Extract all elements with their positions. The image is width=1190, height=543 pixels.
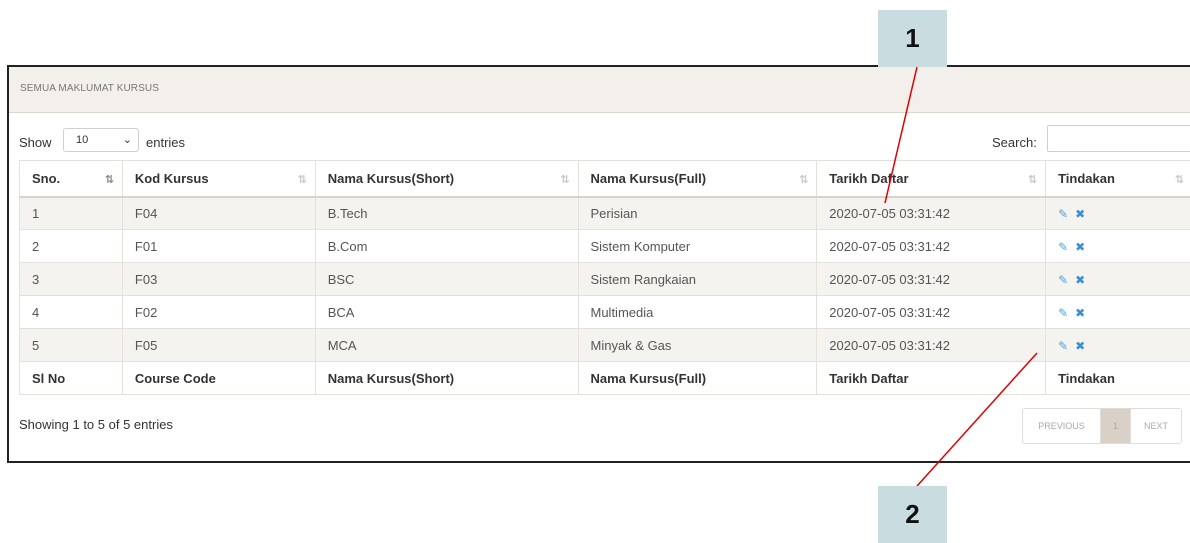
cell-short: BSC: [314, 262, 579, 296]
cell-full: Sistem Rangkaian: [577, 262, 818, 296]
column-header-nama-full[interactable]: Nama Kursus(Full) ⇅: [577, 160, 818, 198]
cell-full: Minyak & Gas: [577, 328, 818, 362]
cell-actions: ✎ ✖: [1045, 262, 1190, 296]
sort-icon: ⇅: [297, 174, 307, 186]
callout-1: 1: [878, 10, 947, 67]
pagination: PREVIOUS 1 NEXT: [1022, 408, 1182, 444]
cell-actions: ✎ ✖: [1045, 229, 1190, 263]
panel-header: SEMUA MAKLUMAT KURSUS: [9, 67, 1190, 113]
close-icon[interactable]: ✖: [1075, 207, 1085, 221]
close-icon[interactable]: ✖: [1075, 306, 1085, 320]
cell-full: Multimedia: [577, 295, 818, 329]
cell-sno: 2: [19, 229, 123, 263]
cell-tarikh: 2020-07-05 03:31:42: [816, 262, 1047, 296]
next-page-button[interactable]: NEXT: [1131, 409, 1181, 443]
column-header-nama-short[interactable]: Nama Kursus(Short) ⇅: [314, 160, 579, 198]
callout-2: 2: [878, 486, 947, 543]
courses-table: Sno. ⇅ Kod Kursus ⇅ Nama Kursus(Short) ⇅ Na…: [19, 160, 1190, 395]
footer-row: Sl No Course Code Nama Kursus(Short) Nam…: [19, 361, 1190, 395]
close-icon[interactable]: ✖: [1075, 339, 1085, 353]
close-icon[interactable]: ✖: [1075, 273, 1085, 287]
cell-sno: 1: [19, 196, 123, 230]
cell-full: Perisian: [577, 196, 818, 230]
cell-short: BCA: [314, 295, 579, 329]
table-row: 4 F02 BCA Multimedia 2020-07-05 03:31:42…: [19, 295, 1190, 329]
edit-icon[interactable]: ✎: [1058, 306, 1068, 320]
edit-icon[interactable]: ✎: [1058, 207, 1068, 221]
cell-tarikh: 2020-07-05 03:31:42: [816, 229, 1047, 263]
cell-actions: ✎ ✖: [1045, 328, 1190, 362]
entries-length-select[interactable]: 10 ⌄: [63, 128, 139, 152]
cell-kod: F01: [121, 229, 316, 263]
column-header-kod-kursus[interactable]: Kod Kursus ⇅: [121, 160, 316, 198]
sort-icon: ⇅: [560, 174, 569, 186]
table-info-text: Showing 1 to 5 of 5 entries: [19, 417, 173, 432]
table-row: 2 F01 B.Com Sistem Komputer 2020-07-05 0…: [19, 229, 1190, 263]
cell-short: MCA: [314, 328, 579, 362]
courses-panel: SEMUA MAKLUMAT KURSUS Show 10 ⌄ entries …: [7, 65, 1190, 463]
sort-icon: ⇅: [1174, 174, 1184, 186]
close-icon[interactable]: ✖: [1075, 240, 1085, 254]
edit-icon[interactable]: ✎: [1058, 339, 1068, 353]
edit-icon[interactable]: ✎: [1058, 240, 1068, 254]
cell-sno: 5: [19, 328, 123, 362]
column-footer-nama-short: Nama Kursus(Short): [314, 361, 579, 395]
cell-kod: F02: [121, 295, 316, 329]
sort-icon: ⇅: [1027, 174, 1037, 186]
cell-short: B.Tech: [314, 196, 579, 230]
previous-page-button[interactable]: PREVIOUS: [1023, 409, 1101, 443]
entries-length-value: 10: [76, 134, 89, 146]
column-header-tarikh-daftar[interactable]: Tarikh Daftar ⇅: [816, 160, 1047, 198]
column-footer-sl-no: Sl No: [19, 361, 123, 395]
column-footer-course-code: Course Code: [121, 361, 316, 395]
cell-sno: 4: [19, 295, 123, 329]
cell-kod: F04: [121, 196, 316, 230]
column-footer-tindakan: Tindakan: [1045, 361, 1190, 395]
panel-title: SEMUA MAKLUMAT KURSUS: [20, 83, 159, 94]
chevron-down-icon: ⌄: [122, 134, 132, 146]
sort-asc-icon: ⇅: [104, 174, 114, 186]
column-footer-tarikh-daftar: Tarikh Daftar: [816, 361, 1047, 395]
column-header-sno[interactable]: Sno. ⇅: [19, 160, 123, 198]
page-1-button[interactable]: 1: [1101, 409, 1131, 443]
column-header-tindakan[interactable]: Tindakan ⇅: [1045, 160, 1190, 198]
column-footer-nama-full: Nama Kursus(Full): [577, 361, 818, 395]
cell-actions: ✎ ✖: [1045, 196, 1190, 230]
header-row: Sno. ⇅ Kod Kursus ⇅ Nama Kursus(Short) ⇅ Na…: [19, 160, 1190, 198]
cell-full: Sistem Komputer: [577, 229, 818, 263]
sort-icon: ⇅: [799, 174, 808, 186]
cell-short: B.Com: [314, 229, 579, 263]
show-label: Show: [19, 135, 52, 150]
search-label: Search:: [992, 135, 1037, 150]
edit-icon[interactable]: ✎: [1058, 273, 1068, 287]
cell-kod: F03: [121, 262, 316, 296]
table-row: 3 F03 BSC Sistem Rangkaian 2020-07-05 03…: [19, 262, 1190, 296]
table-row: 1 F04 B.Tech Perisian 2020-07-05 03:31:4…: [19, 196, 1190, 230]
entries-label: entries: [146, 135, 186, 150]
table-row: 5 F05 MCA Minyak & Gas 2020-07-05 03:31:…: [19, 328, 1190, 362]
cell-kod: F05: [121, 328, 316, 362]
cell-actions: ✎ ✖: [1045, 295, 1190, 329]
search-input[interactable]: [1047, 125, 1190, 152]
cell-sno: 3: [19, 262, 123, 296]
cell-tarikh: 2020-07-05 03:31:42: [816, 295, 1047, 329]
cell-tarikh: 2020-07-05 03:31:42: [816, 328, 1047, 362]
cell-tarikh: 2020-07-05 03:31:42: [816, 196, 1047, 230]
